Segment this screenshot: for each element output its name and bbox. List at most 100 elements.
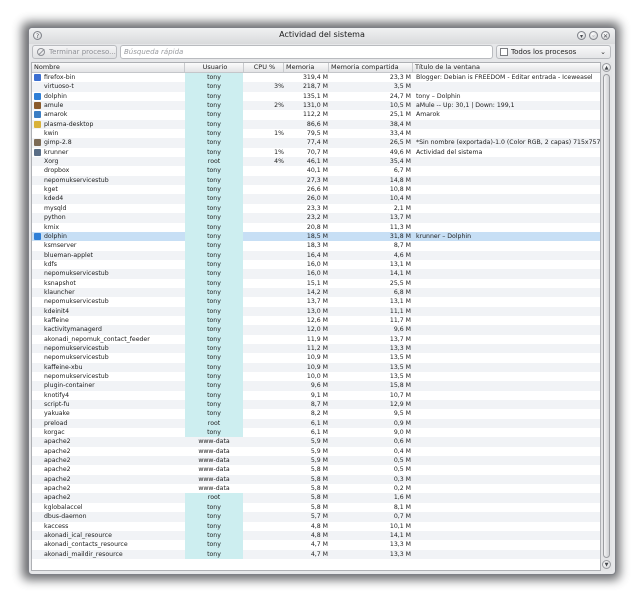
table-row[interactable]: apache2 www-data 5,8 M 0,3 M <box>32 474 600 485</box>
table-row[interactable]: kdfs tony 16,0 M 13,1 M <box>32 259 600 270</box>
table-row[interactable]: dolphin tony 135,1 M 24,7 M tony – Dolphin <box>32 91 600 102</box>
process-user: tony <box>185 91 243 102</box>
process-user: tony <box>185 530 243 541</box>
process-shared-memory: 6,8 M <box>393 288 411 296</box>
table-row[interactable]: yakuake tony 8,2 M 9,5 M <box>32 409 600 419</box>
minimize-icon[interactable]: ▾ <box>577 31 586 40</box>
table-row[interactable]: plasma-desktop tony 86,6 M 38,4 M <box>32 119 600 130</box>
table-row[interactable]: nepomukservicestub tony 10,0 M 13,5 M <box>32 372 600 382</box>
table-row[interactable]: nepomukservicestub tony 11,2 M 13,3 M <box>32 343 600 354</box>
table-row[interactable]: plugin-container tony 9,6 M 15,8 M <box>32 381 600 391</box>
process-name: apache2 <box>44 485 71 493</box>
process-window-title <box>416 409 600 418</box>
process-filter-value: Todos los procesos <box>511 48 577 56</box>
table-row[interactable]: apache2 www-data 5,8 M 0,2 M <box>32 484 600 493</box>
table-row[interactable]: nepomukservicestub tony 10,9 M 13,5 M <box>32 353 600 363</box>
process-window-title <box>416 223 600 232</box>
vertical-scrollbar[interactable]: ▲ ▼ <box>601 62 612 571</box>
process-shared-memory: 38,4 M <box>389 120 411 128</box>
table-row[interactable]: dbus-daemon tony 5,7 M 0,7 M <box>32 512 600 522</box>
table-row[interactable]: kaccess tony 4,8 M 10,1 M <box>32 521 600 531</box>
table-row[interactable]: dolphin tony 18,5 M 31,8 M krunner – Dolphin <box>32 231 600 242</box>
process-user: tony <box>185 428 243 438</box>
column-header-name[interactable]: Nombre <box>32 63 185 72</box>
table-row[interactable]: akonadi_ical_resource tony 4,8 M 14,1 M <box>32 530 600 541</box>
table-row[interactable]: dropbox tony 40,1 M 6,7 M <box>32 166 600 176</box>
table-row[interactable]: apache2 www-data 5,8 M 0,5 M <box>32 465 600 474</box>
table-row[interactable]: virtuoso-t tony 3% 218,7 M 3,5 M <box>32 82 600 92</box>
scrollbar-thumb[interactable] <box>603 74 610 558</box>
table-row[interactable]: kded4 tony 26,0 M 10,4 M <box>32 194 600 204</box>
process-memory: 46,1 M <box>306 158 328 166</box>
table-row[interactable]: python tony 23,2 M 13,7 M <box>32 213 600 223</box>
process-cpu <box>244 232 284 241</box>
table-row[interactable]: kmix tony 20,8 M 11,3 M <box>32 222 600 232</box>
table-row[interactable]: akonadi_maildir_resource tony 4,7 M 13,3 M <box>32 549 600 559</box>
table-row[interactable]: nepomukservicestub tony 27,3 M 14,8 M <box>32 175 600 186</box>
table-row[interactable]: knotify4 tony 9,1 M 10,7 M <box>32 390 600 401</box>
table-row[interactable]: akonadi_contacts_resource tony 4,7 M 13,3 M <box>32 540 600 550</box>
process-user: root <box>185 157 243 167</box>
process-user: tony <box>185 343 243 354</box>
end-process-button[interactable]: Terminar proceso... <box>32 45 117 59</box>
table-row[interactable]: nepomukservicestub tony 13,7 M 13,1 M <box>32 297 600 307</box>
amule-icon <box>34 102 41 110</box>
maximize-icon[interactable]: ◦ <box>589 31 598 40</box>
table-row[interactable]: kactivitymanagerd tony 12,0 M 9,6 M <box>32 325 600 335</box>
process-shared-memory: 13,7 M <box>389 214 411 222</box>
process-name: korgac <box>44 429 65 437</box>
table-row[interactable]: gimp-2.8 tony 77,4 M 26,5 M *Sin nombre (exp… <box>32 138 600 148</box>
process-name: dropbox <box>44 167 70 175</box>
process-shared-memory: 10,4 M <box>389 195 411 203</box>
table-row[interactable]: preload root 6,1 M 0,9 M <box>32 418 600 429</box>
table-row[interactable]: akonadi_nepomuk_contact_feeder tony 11,9 M… <box>32 334 600 344</box>
process-user: tony <box>185 138 243 148</box>
process-filter-select[interactable]: Todos los procesos ⌄ <box>496 45 611 59</box>
scroll-down-icon[interactable]: ▼ <box>602 560 611 569</box>
process-user: tony <box>185 315 243 326</box>
table-row[interactable]: krunner tony 1% 70,7 M 49,6 M Actividad del s… <box>32 147 600 158</box>
table-row[interactable]: blueman-applet tony 16,4 M 4,6 M <box>32 250 600 260</box>
table-header: Nombre Usuario CPU % Memoria Memoria com… <box>32 63 600 73</box>
process-memory: 5,8 M <box>310 503 328 511</box>
table-row[interactable]: Xorg root 4% 46,1 M 35,4 M <box>32 157 600 167</box>
search-input[interactable]: Búsqueda rápida <box>120 45 493 59</box>
process-name: kget <box>44 186 58 194</box>
table-row[interactable]: firefox-bin tony 319,4 M 23,3 M Blogger: Deb… <box>32 73 600 83</box>
column-header-shared-memory[interactable]: Memoria compartida <box>329 63 413 72</box>
table-row[interactable]: kget tony 26,6 M 10,8 M <box>32 185 600 195</box>
scroll-up-icon[interactable]: ▲ <box>602 63 611 72</box>
table-row[interactable]: apache2 www-data 5,9 M 0,4 M <box>32 447 600 456</box>
table-row[interactable]: kaffeine tony 12,6 M 11,7 M <box>32 315 600 326</box>
process-shared-memory: 4,6 M <box>393 251 411 259</box>
table-row[interactable]: apache2 www-data 5,9 M 0,5 M <box>32 456 600 466</box>
table-row[interactable]: nepomukservicestub tony 16,0 M 14,1 M <box>32 269 600 279</box>
table-row[interactable]: apache2 www-data 5,9 M 0,6 M <box>32 437 600 447</box>
process-shared-memory: 15,8 M <box>389 382 411 390</box>
process-cpu: 2% <box>274 102 284 110</box>
table-row[interactable]: ksnapshot tony 15,1 M 25,5 M <box>32 278 600 288</box>
table-row[interactable]: mysqld tony 23,3 M 2,1 M <box>32 203 600 214</box>
process-cpu <box>244 428 284 437</box>
table-row[interactable]: apache2 root 5,8 M 1,6 M <box>32 493 600 503</box>
column-header-user[interactable]: Usuario <box>185 63 244 72</box>
process-cpu: 4% <box>274 158 284 166</box>
table-row[interactable]: korgac tony 6,1 M 9,0 M <box>32 428 600 438</box>
column-header-window-title[interactable]: Título de la ventana <box>413 63 600 72</box>
process-window-title <box>416 493 600 502</box>
table-row[interactable]: ksmserver tony 18,3 M 8,7 M <box>32 241 600 251</box>
table-row[interactable]: kwin tony 1% 79,5 M 33,4 M <box>32 129 600 139</box>
process-window-title: Amarok <box>416 111 440 119</box>
column-header-cpu[interactable]: CPU % <box>244 63 284 72</box>
table-row[interactable]: kaffeine-xbu tony 10,9 M 13,5 M <box>32 362 600 372</box>
table-row[interactable]: amarok tony 112,2 M 25,1 M Amarok <box>32 110 600 120</box>
table-row[interactable]: amule tony 2% 131,0 M 10,5 M aMule -- Up: 30,… <box>32 101 600 111</box>
table-row[interactable]: klauncher tony 14,2 M 6,8 M <box>32 287 600 298</box>
column-header-memory[interactable]: Memoria <box>284 63 329 72</box>
process-user: tony <box>185 166 243 176</box>
table-row[interactable]: script-fu tony 8,7 M 12,9 M <box>32 400 600 410</box>
table-row[interactable]: kdeinit4 tony 13,0 M 11,1 M <box>32 306 600 316</box>
title-bar[interactable]: ? Actividad del sistema ▾ ◦ ✕ <box>29 28 615 44</box>
table-row[interactable]: kglobalaccel tony 5,8 M 8,1 M <box>32 502 600 513</box>
close-icon[interactable]: ✕ <box>601 31 610 40</box>
